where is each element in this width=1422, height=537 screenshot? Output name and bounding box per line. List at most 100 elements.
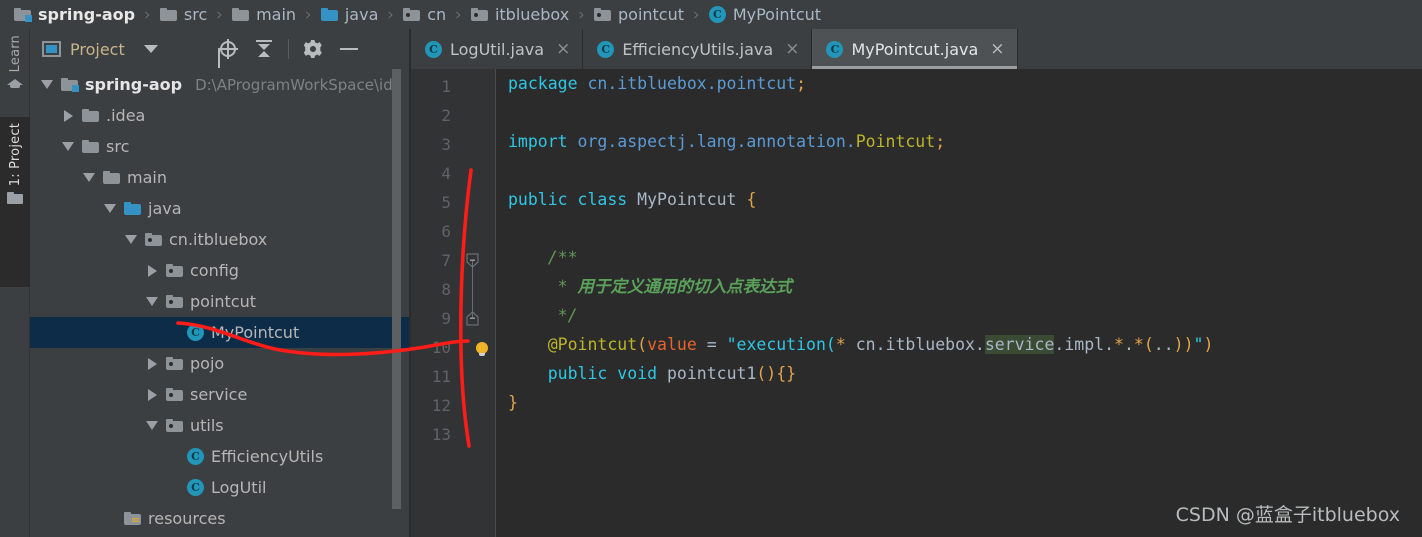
code-line[interactable] bbox=[508, 98, 1422, 127]
class-icon: C bbox=[597, 40, 615, 58]
source-folder-icon bbox=[124, 201, 141, 215]
breadcrumb-item-src[interactable]: src bbox=[159, 5, 207, 24]
chevron-right-icon[interactable] bbox=[145, 357, 159, 370]
code-line[interactable]: */ bbox=[508, 301, 1422, 330]
breadcrumb-item-itbluebox[interactable]: itbluebox bbox=[470, 5, 569, 24]
folder-icon bbox=[103, 170, 120, 184]
project-scrollbar[interactable] bbox=[392, 69, 401, 537]
code-line[interactable]: * 用于定义通用的切入点表达式 bbox=[508, 272, 1422, 301]
line-number: 5 bbox=[441, 193, 451, 212]
chevron-down-icon[interactable] bbox=[145, 421, 159, 430]
breadcrumb-item-cn[interactable]: cn bbox=[403, 5, 446, 24]
package-icon bbox=[166, 263, 183, 277]
close-icon[interactable]: × bbox=[556, 40, 570, 58]
code-token: * bbox=[835, 335, 846, 354]
close-icon[interactable]: × bbox=[785, 40, 799, 58]
code-token: ; bbox=[796, 74, 807, 93]
editor-tab-bar: C LogUtil.java × C EfficiencyUtils.java × C MyP… bbox=[411, 29, 1422, 69]
code-line[interactable]: } bbox=[508, 388, 1422, 417]
folder-icon bbox=[82, 139, 99, 153]
code-token: ; bbox=[935, 132, 946, 151]
chevron-right-icon[interactable] bbox=[145, 264, 159, 277]
code-line[interactable] bbox=[508, 417, 1422, 446]
tree-row-label: spring-aop bbox=[85, 75, 183, 94]
close-icon[interactable]: × bbox=[990, 40, 1004, 58]
chevron-down-icon[interactable] bbox=[40, 80, 54, 89]
chevron-down-icon[interactable] bbox=[61, 142, 75, 151]
line-number: 11 bbox=[431, 367, 451, 386]
tree-row[interactable]: service bbox=[30, 379, 410, 410]
code-line[interactable] bbox=[508, 156, 1422, 185]
tree-row[interactable]: pointcut bbox=[30, 286, 410, 317]
line-number: 2 bbox=[441, 106, 451, 125]
chevron-down-icon[interactable] bbox=[103, 204, 117, 213]
gear-icon bbox=[304, 40, 322, 58]
code-token: ( bbox=[1143, 335, 1154, 354]
hide-panel-button[interactable] bbox=[331, 32, 367, 66]
project-view-selector[interactable]: Project bbox=[42, 40, 158, 59]
chevron-down-icon[interactable] bbox=[124, 235, 138, 244]
tree-row[interactable]: C EfficiencyUtils bbox=[30, 441, 410, 472]
crosshair-target-icon bbox=[217, 39, 238, 59]
chevron-down-icon[interactable] bbox=[82, 173, 96, 182]
fold-start-icon[interactable] bbox=[465, 246, 479, 275]
tree-row[interactable]: java bbox=[30, 193, 410, 224]
tree-row[interactable]: main bbox=[30, 162, 410, 193]
breadcrumb-item-mypointcut[interactable]: C MyPointcut bbox=[708, 5, 821, 24]
breadcrumb-item-label: java bbox=[344, 5, 379, 24]
line-number: 13 bbox=[431, 425, 451, 444]
editor-tab-efficiencyutils-java[interactable]: C EfficiencyUtils.java × bbox=[583, 29, 813, 69]
code-line[interactable]: /** bbox=[508, 243, 1422, 272]
tree-row[interactable]: src bbox=[30, 131, 410, 162]
tree-row[interactable]: C LogUtil bbox=[30, 472, 410, 503]
breadcrumb-item-main[interactable]: main bbox=[232, 5, 296, 24]
lightbulb-intention-icon[interactable] bbox=[474, 333, 490, 362]
chevron-down-icon[interactable] bbox=[143, 45, 158, 53]
tool-tab-learn[interactable]: Learn bbox=[0, 29, 30, 117]
code-line[interactable] bbox=[508, 214, 1422, 243]
folder-icon bbox=[159, 7, 177, 21]
collapse-all-button[interactable] bbox=[246, 32, 282, 66]
breadcrumb-item-java[interactable]: java bbox=[320, 5, 379, 24]
tree-row[interactable]: config bbox=[30, 255, 410, 286]
code-token: package bbox=[508, 74, 578, 93]
chevron-right-icon[interactable] bbox=[61, 109, 75, 122]
breadcrumb-item-spring-aop[interactable]: spring-aop bbox=[14, 5, 135, 24]
chevron-right-icon[interactable] bbox=[145, 388, 159, 401]
tree-row-selected[interactable]: C MyPointcut bbox=[30, 317, 410, 348]
code-line[interactable]: public class MyPointcut { bbox=[508, 185, 1422, 214]
editor-tab-mypointcut-java[interactable]: C MyPointcut.java × bbox=[812, 29, 1018, 69]
fold-end-icon[interactable] bbox=[465, 304, 479, 333]
project-tree[interactable]: spring-aop D:\AProgramWorkSpace\id .idea sr… bbox=[30, 69, 410, 537]
tree-row-label: EfficiencyUtils bbox=[211, 447, 324, 466]
settings-button[interactable] bbox=[295, 32, 331, 66]
editor-tab-label: EfficiencyUtils.java bbox=[622, 39, 774, 59]
tree-row[interactable]: .idea bbox=[30, 100, 410, 131]
code-token: value bbox=[647, 335, 697, 354]
editor-gutter[interactable]: 1 2 3 4 5 6 7 8 9 10 11 12 13 bbox=[411, 69, 496, 537]
line-number: 4 bbox=[441, 164, 451, 183]
tree-row[interactable]: utils bbox=[30, 410, 410, 441]
code-line[interactable]: package cn.itbluebox.pointcut; bbox=[508, 69, 1422, 98]
chevron-down-icon[interactable] bbox=[145, 297, 159, 306]
breadcrumb-item-pointcut[interactable]: pointcut bbox=[594, 5, 684, 24]
code-content[interactable]: package cn.itbluebox.pointcut; import org… bbox=[496, 69, 1422, 537]
tree-row[interactable]: resources bbox=[30, 503, 410, 534]
code-line[interactable]: import org.aspectj.lang.annotation.Point… bbox=[508, 127, 1422, 156]
code-line[interactable]: @Pointcut(value = "execution(* cn.itblue… bbox=[508, 330, 1422, 359]
tool-tab-project[interactable]: 1: Project bbox=[0, 117, 30, 287]
tree-row[interactable]: cn.itbluebox bbox=[30, 224, 410, 255]
code-line[interactable]: public void pointcut1(){} bbox=[508, 359, 1422, 388]
select-opened-file-button[interactable] bbox=[210, 32, 246, 66]
code-token: public void bbox=[547, 364, 658, 383]
code-token: { bbox=[746, 190, 757, 209]
tree-row[interactable]: spring-aop D:\AProgramWorkSpace\id bbox=[30, 69, 410, 100]
line-number: 8 bbox=[441, 280, 451, 299]
tree-row[interactable]: pojo bbox=[30, 348, 410, 379]
editor-tab-logutil-java[interactable]: C LogUtil.java × bbox=[411, 29, 584, 69]
package-icon bbox=[166, 387, 183, 401]
breadcrumb-separator: › bbox=[578, 4, 585, 25]
